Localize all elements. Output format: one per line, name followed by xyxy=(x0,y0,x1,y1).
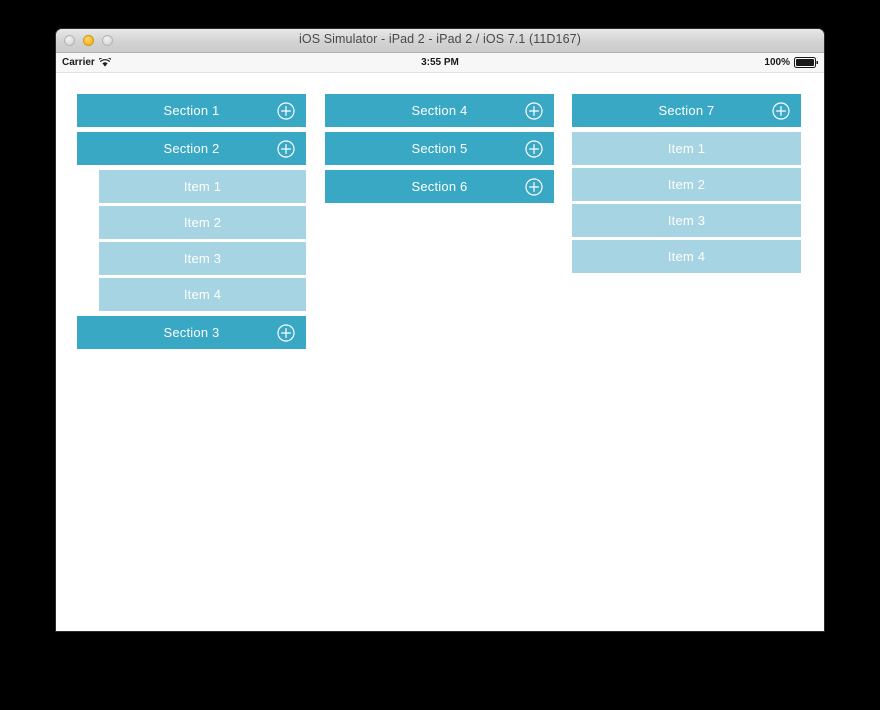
list-item-label: Item 1 xyxy=(183,179,222,194)
section-header[interactable]: Section 7 xyxy=(572,94,801,127)
list-item[interactable]: Item 4 xyxy=(99,278,306,311)
section-header[interactable]: Section 5 xyxy=(325,132,554,165)
circle-plus-icon[interactable] xyxy=(277,139,295,158)
section-header[interactable]: Section 3 xyxy=(77,316,306,349)
column-3: Section 7 Item 1 Item 2 Item 3 Item 4 xyxy=(572,94,801,278)
circle-plus-icon[interactable] xyxy=(277,101,295,120)
window-titlebar: iOS Simulator - iPad 2 - iPad 2 / iOS 7.… xyxy=(56,29,824,53)
battery-full-icon xyxy=(794,57,818,68)
section-title: Section 5 xyxy=(411,141,468,156)
simulator-window: iOS Simulator - iPad 2 - iPad 2 / iOS 7.… xyxy=(56,29,824,631)
list-item-label: Item 4 xyxy=(667,249,706,264)
ios-status-bar: Carrier 3:55 PM 100% xyxy=(56,53,824,73)
list-item-label: Item 3 xyxy=(183,251,222,266)
window-title: iOS Simulator - iPad 2 - iPad 2 / iOS 7.… xyxy=(299,32,581,46)
list-item[interactable]: Item 3 xyxy=(99,242,306,275)
list-item[interactable]: Item 1 xyxy=(99,170,306,203)
list-item-label: Item 4 xyxy=(183,287,222,302)
status-bar-time: 3:55 PM xyxy=(421,57,459,68)
section-title: Section 7 xyxy=(658,103,715,118)
circle-plus-icon[interactable] xyxy=(525,101,543,120)
list-item-label: Item 1 xyxy=(667,141,706,156)
circle-plus-icon[interactable] xyxy=(772,101,790,120)
section-header[interactable]: Section 1 xyxy=(77,94,306,127)
circle-plus-icon[interactable] xyxy=(525,139,543,158)
list-item[interactable]: Item 1 xyxy=(572,132,801,165)
column-2: Section 4 Section 5 Section 6 xyxy=(325,94,554,208)
list-item[interactable]: Item 3 xyxy=(572,204,801,237)
list-item-label: Item 2 xyxy=(183,215,222,230)
battery-percent-label: 100% xyxy=(764,57,790,68)
list-item[interactable]: Item 2 xyxy=(572,168,801,201)
section-title: Section 1 xyxy=(163,103,220,118)
section-title: Section 3 xyxy=(163,325,220,340)
section-title: Section 4 xyxy=(411,103,468,118)
section-title: Section 2 xyxy=(163,141,220,156)
section-header[interactable]: Section 6 xyxy=(325,170,554,203)
section-title: Section 6 xyxy=(411,179,468,194)
circle-plus-icon[interactable] xyxy=(277,323,295,342)
list-item-label: Item 2 xyxy=(667,177,706,192)
app-canvas: Section 1 Section 2 Item 1 Item 2 Item 3 Item… xyxy=(56,73,824,631)
section-header[interactable]: Section 2 xyxy=(77,132,306,165)
circle-plus-icon[interactable] xyxy=(525,177,543,196)
column-1: Section 1 Section 2 Item 1 Item 2 Item 3 Item… xyxy=(77,94,306,354)
section-header[interactable]: Section 4 xyxy=(325,94,554,127)
status-bar-right: 100% xyxy=(764,57,818,68)
list-item[interactable]: Item 2 xyxy=(99,206,306,239)
list-item[interactable]: Item 4 xyxy=(572,240,801,273)
list-item-label: Item 3 xyxy=(667,213,706,228)
